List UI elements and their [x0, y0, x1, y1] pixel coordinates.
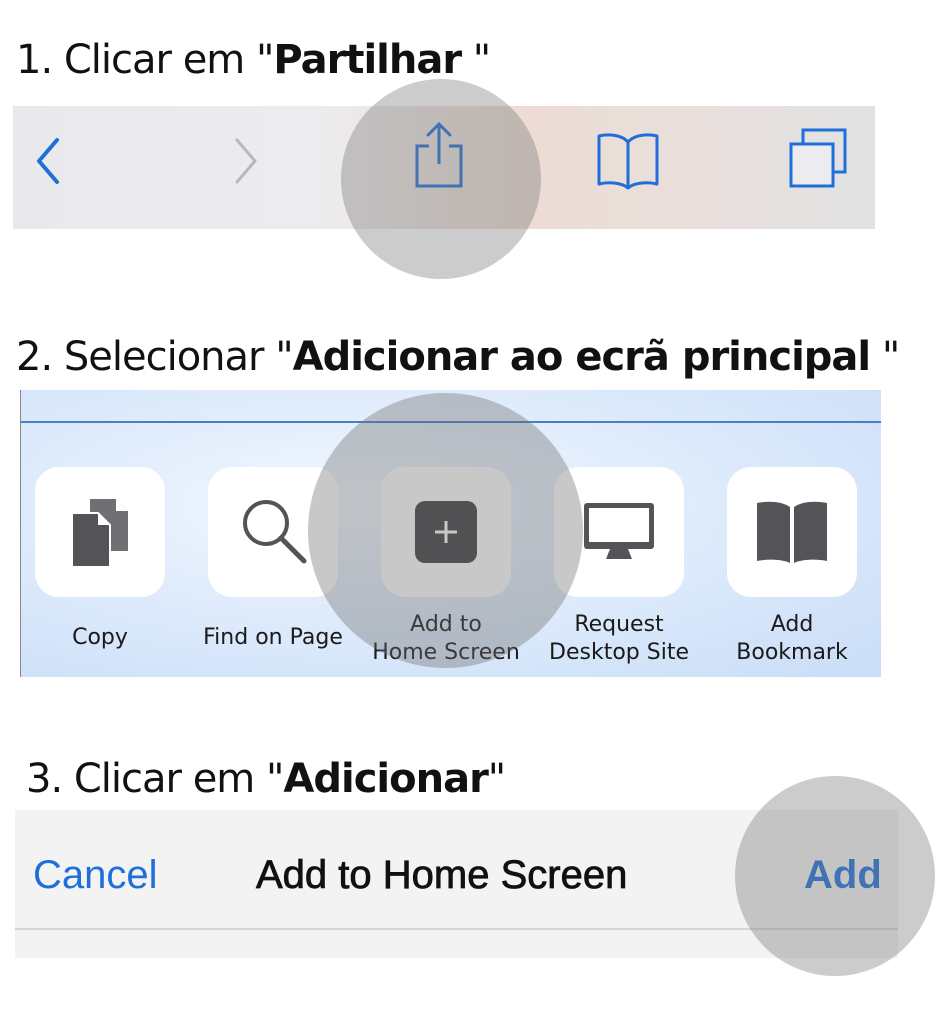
action-find-label-line2: Find on Page: [203, 625, 343, 650]
step-2-title: 2. Selecionar "Adicionar ao ecrã princip…: [16, 333, 900, 381]
cancel-button[interactable]: Cancel: [33, 851, 158, 899]
action-find-label: Find on Page: [188, 624, 358, 652]
copy-icon: [71, 499, 128, 568]
bookmarks-book-icon[interactable]: [595, 130, 661, 190]
step-3-title-prefix: 3. Clicar em ": [26, 756, 284, 802]
step-1-title-prefix: 1. Clicar em ": [16, 37, 274, 83]
action-desktop-label-line1: Request: [574, 612, 664, 637]
step-2-title-suffix: ": [870, 334, 900, 380]
action-bookmark-label: Add Bookmark: [707, 611, 877, 667]
tabs-icon[interactable]: [785, 126, 851, 192]
step-2-title-bold: Adicionar ao ecrã principal: [292, 334, 872, 380]
step-1-title-suffix: ": [461, 37, 491, 83]
step-3-title-suffix: ": [487, 756, 506, 802]
action-desktop-label-line2: Desktop Site: [549, 640, 689, 665]
action-copy[interactable]: [35, 467, 165, 597]
action-add-bookmark[interactable]: [727, 467, 857, 597]
navbar-title: Add to Home Screen: [256, 853, 628, 898]
action-copy-label-line2: Copy: [72, 625, 128, 650]
tap-highlight-add: [735, 776, 935, 976]
step-2-title-prefix: 2. Selecionar ": [16, 334, 294, 380]
step-3-title: 3. Clicar em "Adicionar": [26, 755, 506, 803]
step-1-title: 1. Clicar em "Partilhar ": [16, 36, 491, 84]
action-bookmark-label-line2: Bookmark: [736, 640, 848, 665]
step-3-title-bold: Adicionar: [283, 756, 488, 802]
desktop-icon: [584, 503, 654, 559]
action-desktop-label: Request Desktop Site: [534, 611, 704, 667]
action-bookmark-label-line1: Add: [770, 612, 814, 637]
bookmark-icon: [757, 501, 827, 563]
forward-chevron-icon[interactable]: [231, 136, 261, 186]
step-1-title-bold: Partilhar: [273, 37, 462, 83]
search-icon: [243, 500, 307, 564]
tap-highlight-add-to-home: [308, 393, 583, 668]
tap-highlight-share: [341, 79, 541, 279]
back-chevron-icon[interactable]: [33, 136, 63, 186]
action-copy-label: Copy: [15, 624, 185, 652]
